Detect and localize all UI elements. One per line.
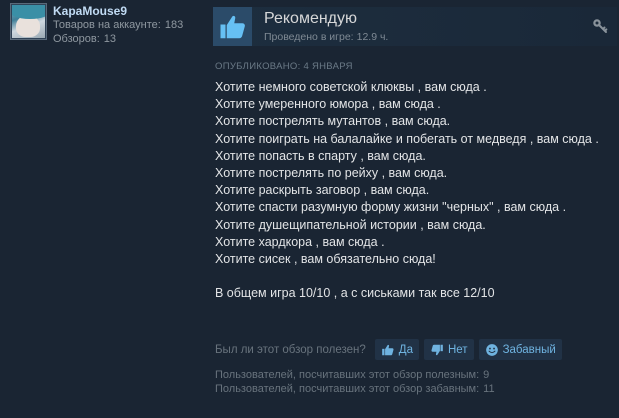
posted-date: ОПУБЛИКОВАНО: 4 ЯНВАРЯ xyxy=(215,61,353,72)
rating-row: Был ли этот обзор полезен? Да Нет Забавн… xyxy=(215,339,567,360)
thumbs-up-icon xyxy=(381,344,394,355)
review-line: Хотите пострелять мутантов , вам сюда. xyxy=(215,114,451,129)
author-products-count: 183 xyxy=(164,19,184,31)
thumbs-down-icon xyxy=(431,344,443,355)
thumbs-up-icon xyxy=(220,15,245,38)
smiley-icon xyxy=(485,343,498,356)
no-button[interactable]: Нет xyxy=(423,339,474,360)
funny-label: Забавный xyxy=(502,343,556,356)
author-info: KapaMouse9 Товаров на аккаунте: 183 Обзор… xyxy=(53,3,183,46)
review-line: Хотите сисек , вам обязательно сюда! xyxy=(215,252,436,267)
avatar[interactable] xyxy=(10,3,47,40)
review-summary: В общем игра 10/10 , а с сиськами так вс… xyxy=(215,286,495,301)
author-reviews-label: Обзоров: xyxy=(53,33,100,45)
review-line: Хотите хардкора , вам сюда . xyxy=(215,234,385,249)
review-page: KapaMouse9 Товаров на аккаунте: 183 Обзор… xyxy=(0,0,619,418)
funny-button[interactable]: Забавный xyxy=(478,339,562,360)
author-name[interactable]: KapaMouse9 xyxy=(53,4,183,18)
helpful-label: Пользователей, посчитавших этот обзор по… xyxy=(215,369,480,381)
review-line: Хотите спасти разумную форму жизни "черн… xyxy=(215,200,567,215)
helpful-value: 9 xyxy=(483,369,490,381)
recommend-title: Рекомендую xyxy=(264,9,358,27)
funny-stat-label: Пользователей, посчитавших этот обзор за… xyxy=(215,383,480,395)
hours-label: Проведено в игре: xyxy=(264,30,354,43)
yes-label: Да xyxy=(398,343,413,356)
author-products[interactable]: Товаров на аккаунте: 183 xyxy=(53,18,183,32)
author-reviews[interactable]: Обзоров: 13 xyxy=(53,32,183,46)
funny-stat: Пользователей, посчитавших этот обзор за… xyxy=(215,382,495,396)
hours-value: 12.9 ч. xyxy=(356,30,389,43)
review-line: Хотите немного советской клюквы , вам сю… xyxy=(215,80,487,94)
author-reviews-count: 13 xyxy=(103,33,117,45)
author-block: KapaMouse9 Товаров на аккаунте: 183 Обзор… xyxy=(10,3,183,46)
review-line: Хотите попасть в спарту , вам сюда. xyxy=(215,148,426,163)
yes-button[interactable]: Да xyxy=(374,339,419,360)
author-products-label: Товаров на аккаунте: xyxy=(53,19,161,31)
key-icon xyxy=(591,17,609,40)
review-line: Хотите раскрыть заговор , вам сюда. xyxy=(215,183,430,198)
avatar-image xyxy=(12,5,45,38)
review-line: Хотите умеренного юмора , вам сюда . xyxy=(215,97,441,112)
review-stats: Пользователей, посчитавших этот обзор по… xyxy=(215,368,495,396)
header-text: Рекомендую Проведено в игре: 12.9 ч. xyxy=(264,10,388,44)
hours-played: Проведено в игре: 12.9 ч. xyxy=(264,30,388,44)
no-label: Нет xyxy=(447,343,468,356)
funny-value: 11 xyxy=(483,383,495,395)
review-header: Рекомендую Проведено в игре: 12.9 ч. xyxy=(213,7,617,46)
review-line: Хотите душещипательной истории , вам сюд… xyxy=(215,217,486,232)
review-body: Хотите немного советской клюквы , вам сю… xyxy=(215,79,605,302)
review-line: Хотите поиграть на балалайке и побегать … xyxy=(215,131,599,146)
rating-question: Был ли этот обзор полезен? xyxy=(215,343,366,356)
thumbs-up-badge xyxy=(213,7,252,46)
helpful-stat: Пользователей, посчитавших этот обзор по… xyxy=(215,368,495,382)
review-line: Хотите пострелять по рейху , вам сюда. xyxy=(215,166,448,181)
